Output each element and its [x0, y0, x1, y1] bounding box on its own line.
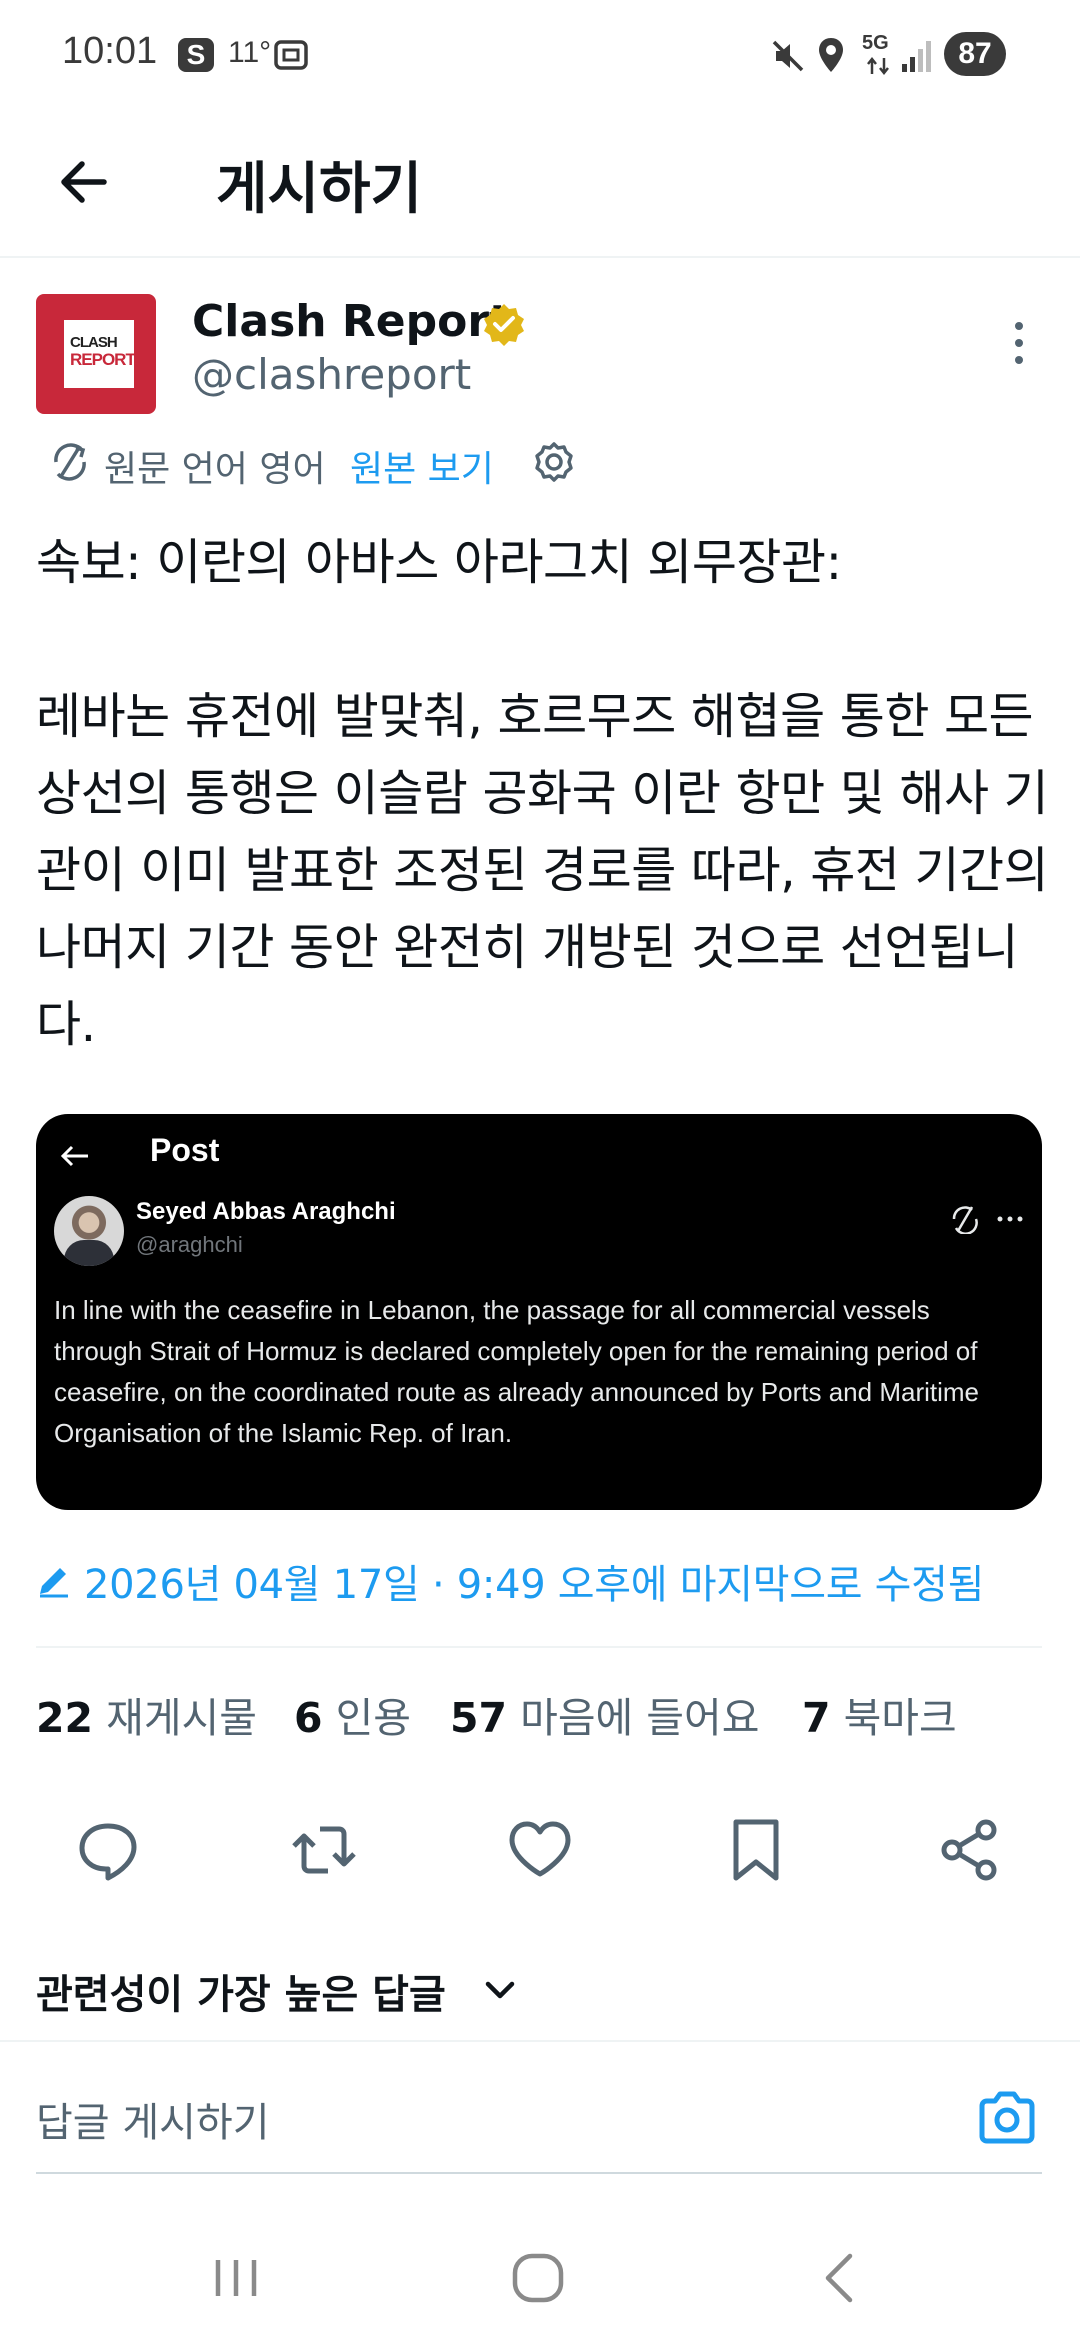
card-translate-icon	[952, 1206, 1023, 1234]
embedded-post-image[interactable]: Post Seyed Abbas Araghchi @araghchi In l…	[36, 1114, 1042, 1510]
chevron-down-icon[interactable]	[484, 1978, 516, 2002]
stat-label: 북마크	[843, 1694, 957, 1742]
stat-bookmarks[interactable]: 7 북마크	[802, 1684, 957, 1744]
card-author-avatar	[54, 1196, 124, 1266]
share-icon[interactable]	[934, 1814, 1006, 1886]
status-time: 10:01	[62, 30, 158, 72]
stat-count: 6	[294, 1694, 323, 1742]
network-5g-label: 5G	[862, 32, 889, 54]
recent-apps-icon[interactable]	[206, 2248, 266, 2308]
samsung-s-icon: S	[178, 38, 214, 72]
card-author-handle: @araghchi	[136, 1232, 243, 1257]
back-arrow-icon[interactable]	[52, 150, 116, 214]
card-avatar-figure	[64, 1240, 114, 1266]
reply-icon[interactable]	[72, 1814, 144, 1886]
action-bar	[0, 1814, 1080, 1886]
bookmark-icon[interactable]	[720, 1814, 792, 1886]
author-name[interactable]: Clash Report	[192, 296, 510, 347]
translate-icon	[54, 443, 86, 481]
stat-quotes[interactable]: 6 인용	[294, 1684, 411, 1744]
author-avatar[interactable]: CLASH REPORT	[36, 294, 156, 414]
data-arrows-icon	[867, 56, 889, 76]
stat-count: 57	[450, 1694, 508, 1742]
top-app-bar: 게시하기	[0, 110, 1080, 258]
stat-likes[interactable]: 57 마음에 들어요	[450, 1684, 759, 1744]
location-icon	[819, 38, 843, 72]
verified-badge-icon	[484, 304, 524, 346]
card-header-title: Post	[150, 1132, 220, 1168]
divider	[0, 2040, 1080, 2042]
status-temperature: 11°	[228, 36, 272, 69]
page-title: 게시하기	[216, 157, 423, 222]
repost-icon[interactable]	[288, 1814, 360, 1886]
screenshot-icon	[274, 40, 308, 70]
system-back-icon[interactable]	[810, 2248, 870, 2308]
gear-icon[interactable]	[532, 440, 576, 484]
stat-count: 22	[36, 1694, 94, 1742]
reply-input[interactable]: 답글 게시하기	[36, 2090, 270, 2148]
avatar-logo-text-top: CLASH	[70, 334, 118, 351]
edited-timestamp-text: 2026년 04월 17일 · 9:49 오후에 마지막으로 수정됨	[84, 1562, 985, 1608]
divider	[36, 1646, 1042, 1648]
avatar-logo-text-bottom: REPORT	[70, 350, 136, 369]
mute-icon	[772, 40, 804, 72]
author-handle[interactable]: @clashreport	[192, 350, 471, 399]
home-icon[interactable]	[508, 2248, 568, 2308]
signal-icon	[902, 41, 931, 72]
more-options-icon[interactable]	[1000, 318, 1038, 368]
stat-label: 재게시물	[106, 1694, 257, 1742]
heart-icon[interactable]	[504, 1814, 576, 1886]
stat-count: 7	[802, 1694, 831, 1742]
show-original-link[interactable]: 원본 보기	[350, 440, 494, 492]
stat-label: 인용	[335, 1694, 412, 1742]
card-back-arrow-icon	[60, 1145, 88, 1167]
post-body-text: 속보: 이란의 아바스 아라그치 외무장관: 레바논 휴전에 발맞춰, 호르무즈…	[36, 534, 1049, 1053]
card-author-name: Seyed Abbas Araghchi	[136, 1198, 396, 1225]
system-navigation-bar	[0, 2220, 1080, 2340]
translation-source-label: 원문 언어 영어	[104, 449, 326, 490]
composer-underline	[36, 2172, 1042, 2174]
stat-label: 마음에 들어요	[520, 1694, 760, 1742]
camera-icon[interactable]	[976, 2090, 1038, 2146]
edit-pencil-icon	[40, 1568, 68, 1598]
card-post-text: In line with the ceasefire in Lebanon, t…	[54, 1295, 979, 1448]
stat-reposts[interactable]: 22 재게시물	[36, 1684, 257, 1744]
battery-indicator: 87	[944, 32, 1006, 76]
replies-sort-dropdown[interactable]: 관련성이 가장 높은 답글	[36, 1962, 446, 2020]
status-bar: 10:01 S 11° 5G 87	[0, 0, 1080, 110]
